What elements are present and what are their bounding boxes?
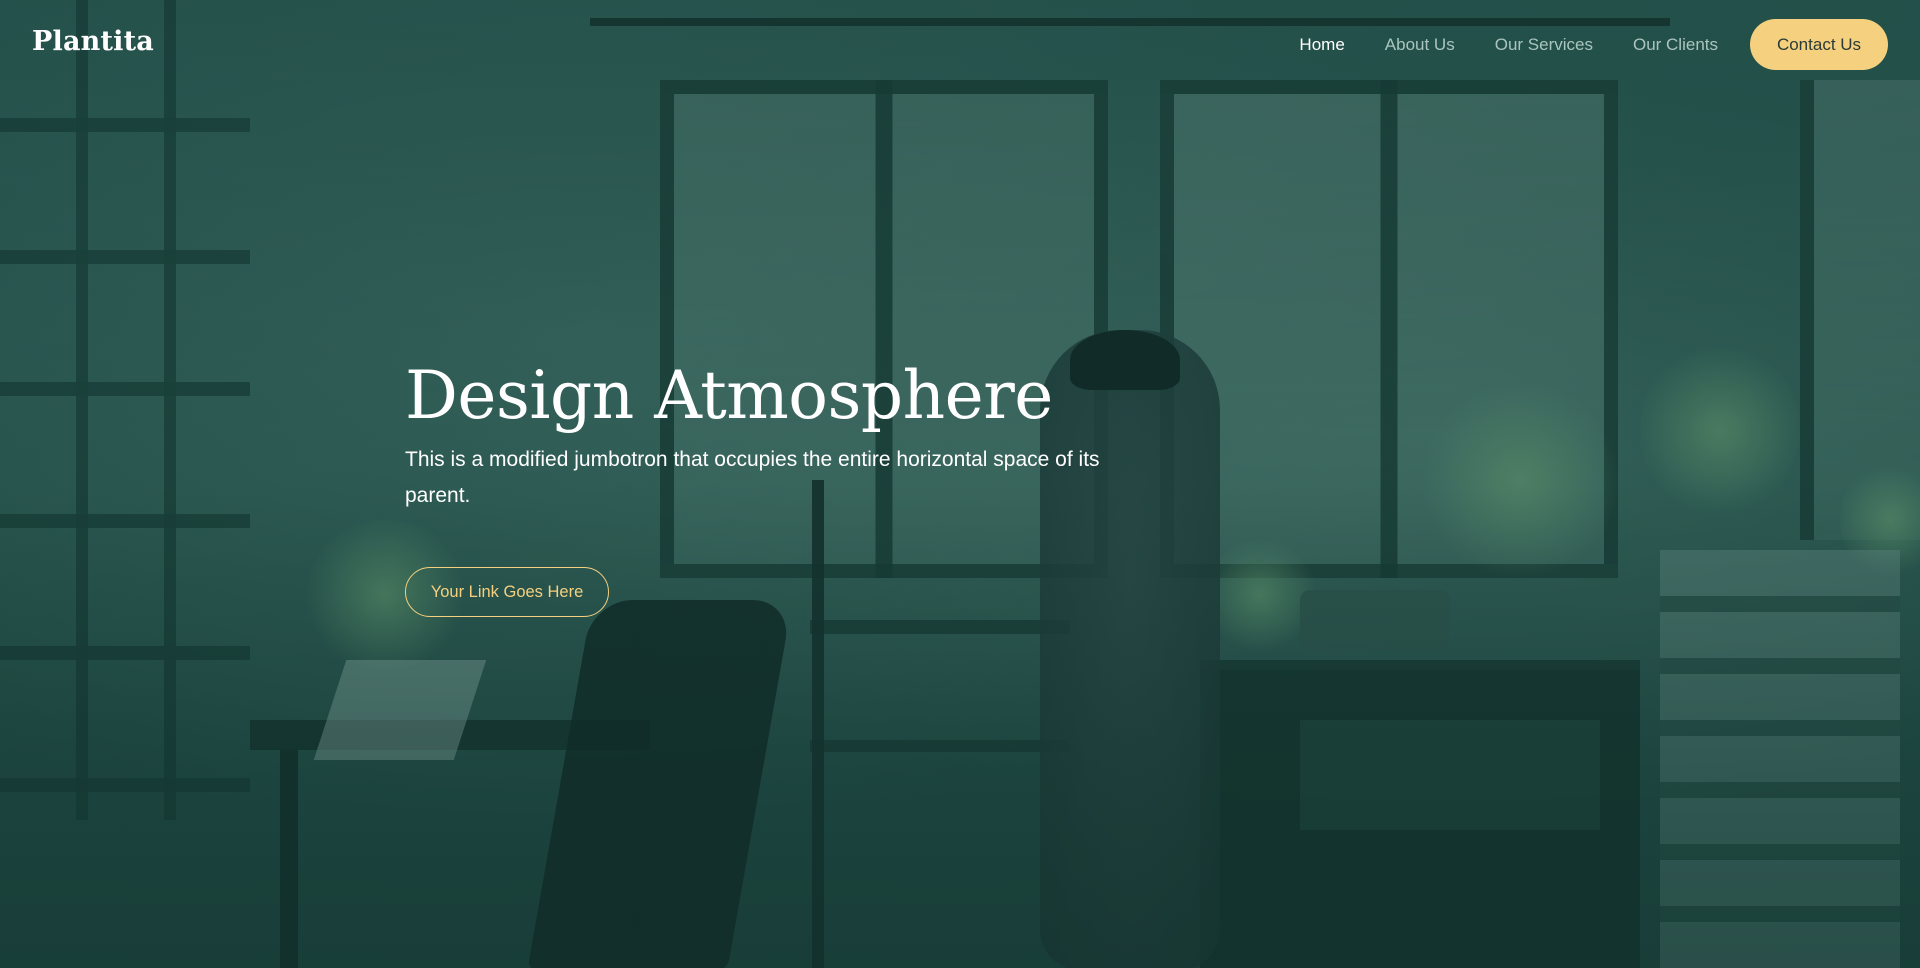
nav-item-our-services[interactable]: Our Services — [1495, 35, 1593, 55]
jumbotron: Design Atmosphere This is a modified jum… — [405, 350, 1165, 617]
contact-us-button[interactable]: Contact Us — [1750, 19, 1888, 70]
nav-menu: Home About Us Our Services Our Clients C… — [1259, 19, 1888, 70]
navbar: Plantita Home About Us Our Services Our … — [0, 0, 1920, 88]
brand-logo[interactable]: Plantita — [32, 26, 154, 57]
nav-item-about-us[interactable]: About Us — [1385, 35, 1455, 55]
nav-item-home[interactable]: Home — [1299, 35, 1344, 55]
hero-title: Design Atmosphere — [405, 357, 1053, 434]
hero-link-button[interactable]: Your Link Goes Here — [405, 567, 609, 617]
hero-lead: This is a modified jumbotron that occupi… — [405, 448, 1100, 507]
nav-item-our-clients[interactable]: Our Clients — [1633, 35, 1718, 55]
hero-section: Plantita Home About Us Our Services Our … — [0, 0, 1920, 968]
